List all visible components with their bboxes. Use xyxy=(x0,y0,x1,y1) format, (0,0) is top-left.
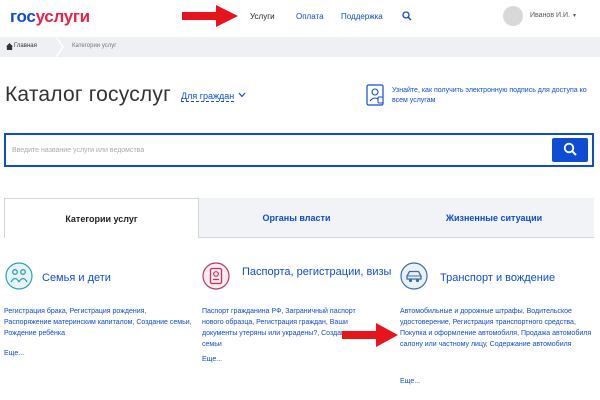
car-icon xyxy=(400,262,428,290)
nav-payment[interactable]: Оплата xyxy=(296,12,324,21)
category-family-title[interactable]: Семья и дети xyxy=(42,272,111,285)
category-family-more-link[interactable]: Еще... xyxy=(4,350,24,357)
nav-services[interactable]: Услуги xyxy=(250,12,275,21)
red-arrow-annotation-icon xyxy=(182,5,238,27)
red-arrow-annotation-icon xyxy=(342,323,398,347)
tab-authorities[interactable]: Органы власти xyxy=(199,198,394,238)
tab-categories[interactable]: Категории услуг xyxy=(4,198,199,238)
electronic-signature-icon xyxy=(366,84,384,106)
category-transport-links-text[interactable]: Автомобильные и дорожные штрафы, Водител… xyxy=(400,308,591,348)
category-passports-links[interactable]: Паспорт гражданина РФ, Заграничный паспо… xyxy=(202,306,364,350)
logo-part-gos: гос xyxy=(10,7,36,26)
passport-icon xyxy=(202,262,230,290)
breadcrumb-separator-icon xyxy=(56,37,64,57)
category-transport-links[interactable]: Автомобильные и дорожные штрафы, Водител… xyxy=(400,306,592,350)
search-icon[interactable] xyxy=(402,11,412,21)
breadcrumb-current: Категории услуг xyxy=(72,43,117,49)
top-header: госуслуги Услуги Оплата Поддержка Иванов… xyxy=(0,0,600,36)
home-icon xyxy=(6,43,13,50)
category-passports-title[interactable]: Паспорта, регистрации, визы xyxy=(242,266,392,279)
electronic-signature-link[interactable]: Узнайте, как получить электронную подпис… xyxy=(392,86,592,106)
chevron-down-icon[interactable] xyxy=(238,92,246,98)
category-passports-more-link[interactable]: Еще... xyxy=(202,356,222,363)
category-family-links-text[interactable]: Регистрация брака, Регистрация рождения,… xyxy=(4,308,192,337)
category-transport-more-link[interactable]: Еще... xyxy=(400,378,420,385)
breadcrumb: Главная Категории услуг xyxy=(0,37,600,57)
search-bar xyxy=(4,133,594,167)
search-input[interactable] xyxy=(12,142,532,158)
tab-life-situations[interactable]: Жизненные ситуации xyxy=(394,198,594,238)
logo-part-uslugi: услуги xyxy=(35,7,91,26)
audience-dropdown[interactable]: Для граждан xyxy=(181,91,235,102)
category-family-links[interactable]: Регистрация брака, Регистрация рождения,… xyxy=(4,306,194,339)
gosuslugi-logo[interactable]: госуслуги xyxy=(10,7,90,27)
avatar[interactable] xyxy=(503,6,523,26)
user-name[interactable]: Иванов И.И. xyxy=(530,12,570,19)
category-transport-title[interactable]: Транспорт и вождение xyxy=(440,272,555,285)
search-button[interactable] xyxy=(552,138,588,162)
breadcrumb-home[interactable]: Главная xyxy=(14,43,37,49)
catalog-tabs: Категории услуг Органы власти Жизненные … xyxy=(0,198,600,238)
nav-support[interactable]: Поддержка xyxy=(341,12,383,21)
family-icon xyxy=(5,262,33,290)
category-passports-links-text[interactable]: Паспорт гражданина РФ, Заграничный паспо… xyxy=(202,308,356,348)
page-title: Каталог госуслуг xyxy=(5,83,171,106)
search-icon xyxy=(563,142,577,156)
user-menu-caret-icon[interactable]: ▾ xyxy=(573,12,576,19)
